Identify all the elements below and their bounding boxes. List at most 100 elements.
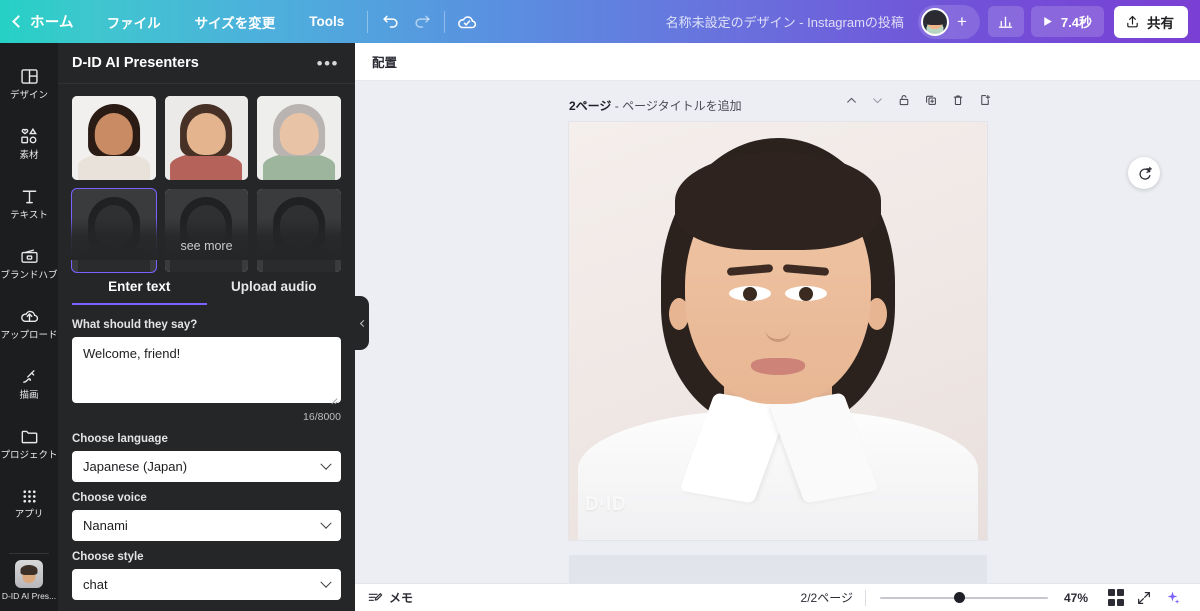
see-more-button[interactable]: see more [58, 218, 355, 260]
toolbar-divider-2 [444, 10, 446, 33]
sidebar-item-text[interactable]: テキスト [0, 173, 58, 233]
duplicate-page-button[interactable] [924, 93, 938, 107]
canvas-area[interactable]: 2ページ - ページタイトルを追加 D·ID [355, 81, 1200, 583]
page-title-row[interactable]: 2ページ - ページタイトルを追加 [569, 97, 742, 114]
brand-hub-icon [20, 249, 38, 263]
panel-header: D-ID AI Presenters ••• [58, 43, 355, 84]
share-label: 共有 [1147, 15, 1174, 31]
style-label: Choose style [72, 551, 144, 563]
sidebar-label-apps: アプリ [14, 508, 44, 520]
presenter-thumbnail[interactable] [164, 96, 249, 180]
presenter-thumbnail[interactable] [257, 96, 341, 180]
chevron-left-icon [359, 319, 367, 327]
move-down-icon [873, 97, 882, 103]
notes-button[interactable]: メモ [367, 589, 413, 606]
sidebar-item-uploads[interactable]: アップロード [0, 293, 58, 353]
sidebar-label-brand-hub: ブランドハブ [0, 269, 58, 281]
page-title-placeholder[interactable]: ページタイトルを追加 [622, 99, 742, 113]
duration-label: 7.4秒 [1060, 15, 1092, 30]
page-separator: - [614, 98, 619, 113]
fullscreen-icon [1138, 591, 1150, 604]
move-page-up-button[interactable] [845, 94, 858, 107]
thumb-body [170, 152, 243, 180]
thumb-body [263, 152, 336, 180]
insights-icon [999, 16, 1013, 28]
notes-label: メモ [389, 591, 414, 605]
sidebar-item-brand-hub[interactable]: ブランドハブ [0, 233, 58, 293]
top-toolbar: ホーム ファイル サイズを変更 Tools 名称未設定のデザイン - Insta… [0, 0, 1200, 43]
script-field-label: What should they say? [72, 319, 198, 331]
redo-button[interactable] [406, 6, 438, 38]
style-value: chat [83, 577, 108, 592]
canva-editor-window: ホーム ファイル サイズを変更 Tools 名称未設定のデザイン - Insta… [0, 0, 1200, 611]
portrait-eye-left [729, 286, 771, 301]
add-page-button[interactable] [978, 93, 992, 107]
tab-upload-audio[interactable]: Upload audio [207, 268, 342, 305]
panel-collapse-handle[interactable] [355, 296, 369, 350]
undo-button[interactable] [374, 6, 406, 38]
sidebar-item-design[interactable]: デザイン [0, 53, 58, 113]
menu-item-file[interactable]: ファイル [90, 0, 178, 43]
chevron-down-icon [320, 576, 332, 588]
home-button[interactable]: ホーム [0, 0, 90, 43]
page-canvas[interactable]: D·ID [569, 122, 987, 540]
ai-regenerate-button[interactable] [1128, 157, 1160, 189]
sidebar-item-elements[interactable]: 素材 [0, 113, 58, 173]
page-tools [845, 93, 992, 107]
thumb-head [187, 112, 226, 155]
menu-item-tools[interactable]: Tools [292, 0, 361, 43]
sidebar-item-projects[interactable]: プロジェクト [0, 413, 58, 473]
menu-item-resize[interactable]: サイズを変更 [178, 0, 293, 43]
preview-play-button[interactable]: 7.4秒 [1030, 6, 1104, 37]
magic-switch-icon [1167, 591, 1179, 604]
grid-view-button[interactable] [1104, 586, 1128, 610]
bottom-bar: メモ 2/2ページ 47% [355, 583, 1200, 611]
style-select[interactable]: chat [72, 569, 341, 600]
language-select[interactable]: Japanese (Japan) [72, 451, 341, 482]
fullscreen-button[interactable] [1132, 586, 1156, 610]
magic-switch-button[interactable] [1160, 586, 1184, 610]
presenter-form: What should they say? 16/8000 Choose lan… [58, 305, 355, 600]
sidebar-item-draw[interactable]: 描画 [0, 353, 58, 413]
tab-enter-text[interactable]: Enter text [72, 268, 207, 305]
rail-active-app[interactable]: D-ID AI Pres... [0, 547, 58, 611]
character-counter: 16/8000 [303, 411, 341, 423]
sidebar-item-apps[interactable]: アプリ [0, 473, 58, 533]
lock-page-button[interactable] [897, 93, 911, 107]
voice-field: Choose voice Nanami [72, 492, 341, 541]
zoom-slider-knob[interactable] [953, 592, 965, 603]
language-value: Japanese (Japan) [83, 459, 188, 474]
thumb-body [77, 152, 150, 180]
zoom-slider[interactable] [879, 590, 1048, 606]
rail-divider [9, 553, 49, 554]
collaborators-group[interactable]: + [917, 4, 980, 39]
play-icon [1044, 17, 1052, 26]
top-toolbar-left: ホーム ファイル サイズを変更 Tools [0, 0, 483, 43]
voice-select[interactable]: Nanami [72, 510, 341, 541]
voice-label: Choose voice [72, 492, 147, 504]
script-input-wrapper [72, 337, 341, 408]
thumb-head [94, 112, 134, 155]
share-button[interactable]: 共有 [1114, 5, 1188, 38]
sidebar-label-elements: 素材 [19, 150, 39, 162]
presenter-face [257, 96, 341, 180]
portrait-eye-right [785, 286, 827, 301]
chevron-left-icon [12, 15, 25, 28]
design-title[interactable]: 名称未設定のデザイン - Instagramの投稿 [666, 12, 904, 31]
panel-more-button[interactable]: ••• [317, 55, 339, 72]
script-input[interactable] [72, 337, 341, 403]
sidebar-label-text: テキスト [10, 209, 48, 221]
insights-button[interactable] [987, 6, 1024, 37]
delete-page-button[interactable] [951, 93, 965, 107]
sidebar-label-draw: 描画 [19, 389, 39, 401]
presenter-face [164, 96, 249, 180]
position-button[interactable]: 配置 [372, 52, 397, 71]
cloud-save-button[interactable] [451, 6, 483, 38]
add-page-icon [981, 94, 991, 105]
duplicate-icon [926, 95, 936, 105]
design-icon [20, 68, 38, 84]
next-page-preview[interactable] [569, 555, 987, 583]
presenter-thumbnail[interactable] [72, 96, 156, 180]
move-page-down-button[interactable] [871, 94, 884, 107]
add-collaborator-button[interactable]: + [949, 9, 975, 35]
